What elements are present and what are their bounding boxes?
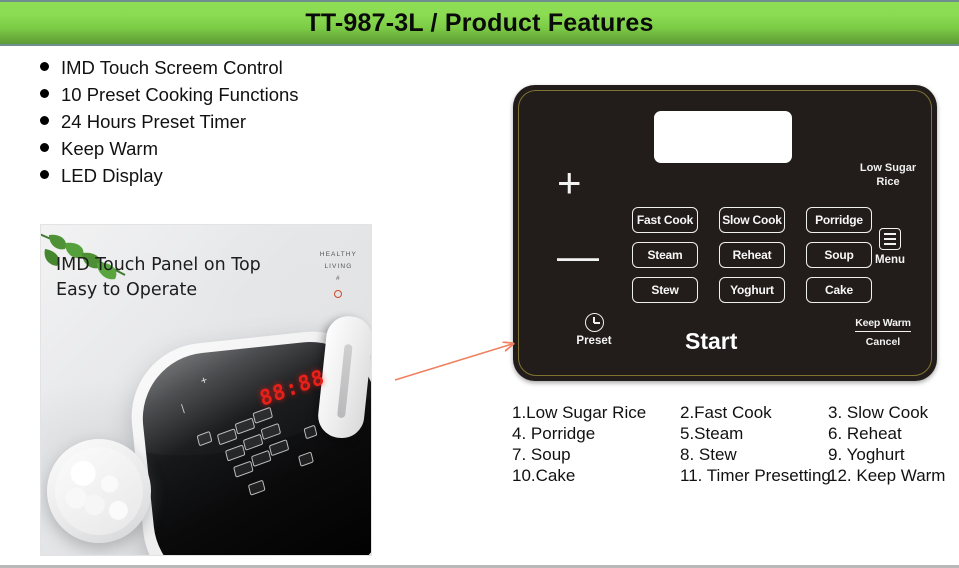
cooker-minus-icon: | <box>180 403 186 415</box>
bullet-icon <box>40 143 49 152</box>
cancel-label: Cancel <box>865 336 901 348</box>
legend-item: 3. Slow Cook <box>828 403 929 422</box>
preset-button-label: Preset <box>576 335 612 347</box>
feature-label: 10 Preset Cooking Functions <box>61 84 299 105</box>
bullet-icon <box>40 170 49 179</box>
legend-item: 2.Fast Cook <box>680 403 772 422</box>
menu-button[interactable]: Menu <box>860 228 920 266</box>
pointer-arrow-icon <box>394 330 525 381</box>
low-sugar-line-2: Rice <box>876 176 900 189</box>
clock-icon <box>584 313 604 332</box>
header-bar: TT-987-3L / Product Features <box>0 0 959 46</box>
feature-label: IMD Touch Screem Control <box>61 57 283 78</box>
led-display <box>654 111 792 163</box>
start-button[interactable]: Start <box>685 328 737 355</box>
legend-row: 4. Porridge 5.Steam 6. Reheat <box>512 424 952 445</box>
watermark-line-3: # <box>336 275 341 283</box>
list-item: 10 Preset Cooking Functions <box>40 84 380 111</box>
list-item: IMD Touch Screem Control <box>40 57 380 84</box>
feature-label: LED Display <box>61 165 163 186</box>
rice-bowl-decoration <box>47 439 151 543</box>
bullet-icon <box>40 116 49 125</box>
menu-button-label: Menu <box>874 254 906 266</box>
key-cake[interactable]: Cake <box>806 277 872 303</box>
decrease-button[interactable]: — <box>557 235 599 277</box>
legend-item: 7. Soup <box>512 445 571 464</box>
legend-row: 7. Soup 8. Stew 9. Yoghurt <box>512 445 952 466</box>
keep-warm-cancel-button[interactable]: Keep Warm Cancel <box>840 313 926 348</box>
list-item: Keep Warm <box>40 138 380 165</box>
legend-item: 1.Low Sugar Rice <box>512 403 647 422</box>
increase-button[interactable]: + <box>557 162 582 204</box>
rice-cooker-body: 88:88 + | <box>124 314 371 555</box>
feature-list: IMD Touch Screem Control 10 Preset Cooki… <box>40 57 380 192</box>
legend-item: 6. Reheat <box>828 424 902 443</box>
bullet-icon <box>40 62 49 71</box>
photo-watermark: HEALTHY LIVING # <box>319 249 357 299</box>
cooker-plus-icon: + <box>199 374 210 388</box>
feature-label: Keep Warm <box>61 138 158 159</box>
legend-item: 10.Cake <box>512 466 576 485</box>
legend-row: 10.Cake 11. Timer Presetting 12. Keep Wa… <box>512 466 952 487</box>
slide-page: TT-987-3L / Product Features IMD Touch S… <box>0 0 959 568</box>
legend-item: 12. Keep Warm <box>828 466 946 485</box>
function-key-grid: Fast Cook Slow Cook Porridge Steam Rehea… <box>632 203 872 307</box>
function-legend: 1.Low Sugar Rice 2.Fast Cook 3. Slow Coo… <box>512 403 952 487</box>
key-fast-cook[interactable]: Fast Cook <box>632 207 698 233</box>
feature-label: 24 Hours Preset Timer <box>61 111 247 132</box>
legend-item: 8. Stew <box>680 445 737 464</box>
legend-item: 9. Yoghurt <box>828 445 905 464</box>
list-item: LED Display <box>40 165 380 192</box>
control-panel: + — Fast Cook Slow Cook Porridge Steam R… <box>513 85 937 381</box>
key-reheat[interactable]: Reheat <box>719 242 785 268</box>
cooker-key-cluster <box>192 381 341 528</box>
key-yoghurt[interactable]: Yoghurt <box>719 277 785 303</box>
watermark-line-2: LIVING <box>324 263 353 271</box>
watermark-line-1: HEALTHY <box>319 251 357 258</box>
product-photo: 88:88 + | IMD Touch Panel on Top Easy to… <box>40 224 372 556</box>
legend-item: 5.Steam <box>680 424 744 443</box>
bullet-icon <box>40 89 49 98</box>
legend-row: 1.Low Sugar Rice 2.Fast Cook 3. Slow Coo… <box>512 403 952 424</box>
key-slow-cook[interactable]: Slow Cook <box>719 207 785 233</box>
photo-caption-line-2: Easy to Operate <box>56 279 198 300</box>
low-sugar-rice-button[interactable]: Low Sugar Rice <box>846 161 930 190</box>
legend-item: 4. Porridge <box>512 424 596 443</box>
photo-caption-line-1: IMD Touch Panel on Top <box>56 255 261 275</box>
photo-caption: IMD Touch Panel on Top Easy to Operate <box>56 253 261 303</box>
low-sugar-line-1: Low Sugar <box>859 162 917 174</box>
keep-warm-label: Keep Warm <box>855 317 911 332</box>
page-title: TT-987-3L / Product Features <box>305 8 654 37</box>
preset-button[interactable]: Preset <box>563 313 625 347</box>
key-stew[interactable]: Stew <box>632 277 698 303</box>
key-steam[interactable]: Steam <box>632 242 698 268</box>
legend-item: 11. Timer Presetting <box>680 466 831 485</box>
watermark-dot-icon <box>334 290 343 299</box>
list-item: 24 Hours Preset Timer <box>40 111 380 138</box>
menu-icon <box>879 228 901 250</box>
